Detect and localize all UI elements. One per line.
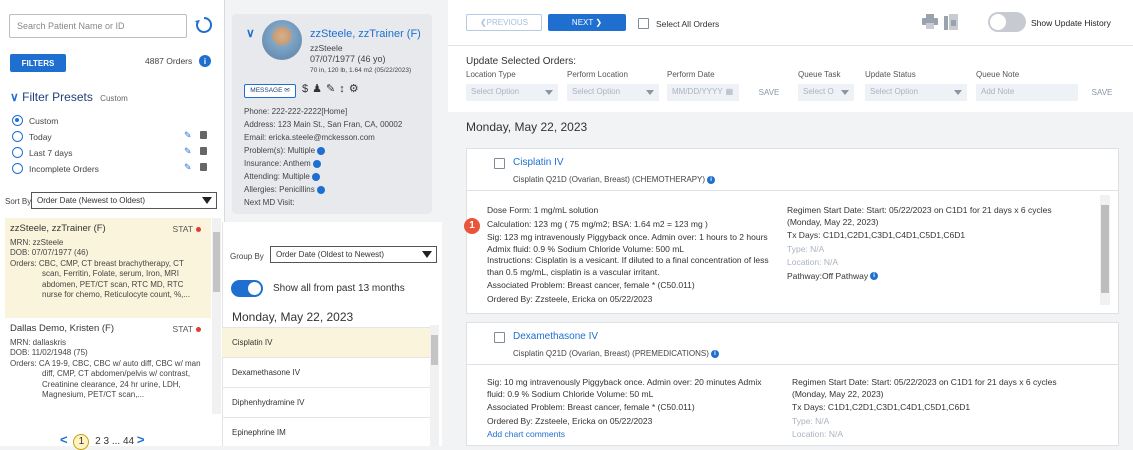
update-history-label: Show Update History: [1031, 18, 1111, 28]
pencil-icon[interactable]: ✎: [184, 130, 192, 141]
location-type-select[interactable]: Select Option: [466, 84, 558, 101]
caret-down-icon: [422, 251, 432, 258]
education-icon[interactable]: ✎: [326, 83, 339, 95]
order-details-scrollbar[interactable]: [1100, 195, 1110, 305]
filter-presets-title: Filter Presets: [22, 90, 93, 104]
select-all-checkbox[interactable]: [638, 18, 649, 29]
chevron-right-icon: ❯: [595, 18, 603, 27]
pencil-icon[interactable]: ✎: [184, 146, 192, 157]
sort-icon[interactable]: ↕: [339, 83, 349, 95]
expand-icon[interactable]: [317, 146, 326, 155]
update-history-toggle[interactable]: [988, 12, 1026, 32]
collapse-chevron-icon[interactable]: ∨: [246, 26, 255, 40]
order-checkbox[interactable]: [494, 158, 505, 169]
patient-card: ∨ zzSteele, zzTrainer (F) zzSteele 07/07…: [232, 14, 432, 214]
card-action-icons[interactable]: $♟✎↕⚙: [302, 82, 363, 95]
perform-location-select[interactable]: Select Option: [567, 84, 659, 101]
trash-icon[interactable]: [200, 163, 207, 171]
next-page-button[interactable]: >: [137, 432, 145, 447]
filter-presets-header[interactable]: ∨ Filter Presets Custom: [10, 90, 128, 104]
update-title: Update Selected Orders:: [466, 56, 577, 67]
stat-badge: STAT: [173, 324, 201, 335]
calendar-icon[interactable]: ▦: [726, 87, 734, 96]
refresh-icon[interactable]: [193, 14, 215, 36]
preset-last-7-days[interactable]: Last 7 days ✎: [12, 146, 212, 159]
chevron-down-icon: ∨: [10, 90, 19, 104]
info-icon[interactable]: i: [199, 55, 211, 67]
card-patient-name[interactable]: zzSteele, zzTrainer (F): [310, 28, 421, 40]
fax-icon[interactable]: [944, 14, 958, 30]
preset-incomplete-orders[interactable]: Incomplete Orders ✎: [12, 162, 212, 175]
search-input[interactable]: [9, 14, 187, 38]
printer-icon[interactable]: [922, 14, 938, 29]
step-badge: 1: [464, 218, 480, 234]
radio[interactable]: [12, 131, 23, 142]
info-icon[interactable]: i: [707, 175, 716, 184]
radio[interactable]: [12, 147, 23, 158]
radio[interactable]: [12, 163, 23, 174]
info-icon[interactable]: i: [870, 272, 879, 281]
order-list-item[interactable]: Dexamethasone IV: [222, 357, 430, 387]
info-icon[interactable]: [311, 172, 320, 181]
filter-presets-current: Custom: [100, 94, 128, 103]
sort-label: Sort By: [5, 197, 32, 206]
sort-select[interactable]: Order Date (Newest to Oldest): [31, 192, 217, 209]
trash-icon[interactable]: [200, 131, 207, 139]
expand-icon[interactable]: [316, 185, 325, 194]
order-title[interactable]: Cisplatin IV: [513, 157, 564, 168]
save-note-button[interactable]: SAVE: [1085, 84, 1119, 101]
page-links[interactable]: 2 3 ... 44: [95, 436, 134, 447]
patient-list-item[interactable]: zzSteele, zzTrainer (F) STAT MRN: zzStee…: [5, 218, 211, 318]
people-icon[interactable]: ♟: [312, 83, 326, 95]
group-by-select[interactable]: Order Date (Oldest to Newest): [270, 246, 437, 263]
perform-date-input[interactable]: MM/DD/YYYY ▦: [667, 84, 739, 101]
stat-badge: STAT: [173, 224, 201, 235]
order-list-item[interactable]: Cisplatin IV: [222, 327, 430, 357]
patient-list-scrollbar[interactable]: [212, 218, 221, 414]
order-details: Sig: 10 mg intravenously Piggyback once.…: [466, 364, 1119, 446]
queue-task-select[interactable]: Select O: [798, 84, 854, 101]
orders-date-heading: Monday, May 22, 2023: [466, 120, 588, 134]
order-title[interactable]: Dexamethasone IV: [513, 331, 598, 342]
current-page[interactable]: 1: [73, 434, 90, 450]
avatar: [262, 20, 302, 60]
preset-custom[interactable]: Custom: [12, 115, 212, 127]
order-list-date: Monday, May 22, 2023: [232, 310, 354, 324]
dollar-icon[interactable]: $: [302, 83, 312, 95]
show-all-label: Show all from past 13 months: [273, 283, 405, 294]
chevron-left-icon: ❮: [479, 18, 487, 27]
caret-down-icon: [202, 197, 212, 204]
patient-list-item[interactable]: Dallas Demo, Kristen (F) STAT MRN: dalla…: [5, 318, 211, 418]
prev-page-button[interactable]: <: [60, 432, 68, 447]
queue-note-input[interactable]: Add Note: [976, 84, 1078, 101]
preset-today[interactable]: Today ✎: [12, 130, 212, 143]
pencil-icon[interactable]: ✎: [184, 162, 192, 173]
radio-selected[interactable]: [12, 115, 23, 126]
order-list-item[interactable]: Epinephrine IM: [222, 417, 430, 447]
previous-button[interactable]: ❮PREVIOUS: [466, 14, 542, 31]
info-icon[interactable]: i: [710, 349, 719, 358]
order-list-item[interactable]: Diphenhydramine IV: [222, 387, 430, 417]
expand-icon[interactable]: [312, 159, 321, 168]
pagination: < 1 2 3 ... 44 >: [60, 432, 144, 450]
group-by-label: Group By: [230, 252, 264, 261]
order-details: Dose Form: 1 mg/mL solution Calculation:…: [466, 190, 1119, 314]
add-chart-comments-link[interactable]: Add chart comments: [487, 429, 781, 441]
next-button[interactable]: NEXT ❯: [548, 14, 626, 31]
order-checkbox[interactable]: [494, 332, 505, 343]
message-button[interactable]: MESSAGE ✉: [244, 84, 296, 98]
order-list-scrollbar[interactable]: [430, 325, 439, 446]
filters-button[interactable]: FILTERS: [10, 54, 66, 72]
settings-icon[interactable]: ⚙: [349, 83, 363, 95]
save-date-button[interactable]: SAVE: [752, 84, 786, 101]
update-status-select[interactable]: Select Option: [865, 84, 967, 101]
orders-count: 4887 Orders: [145, 56, 193, 66]
show-all-toggle[interactable]: [231, 280, 263, 297]
select-all-label: Select All Orders: [656, 19, 720, 29]
trash-icon[interactable]: [200, 147, 207, 155]
